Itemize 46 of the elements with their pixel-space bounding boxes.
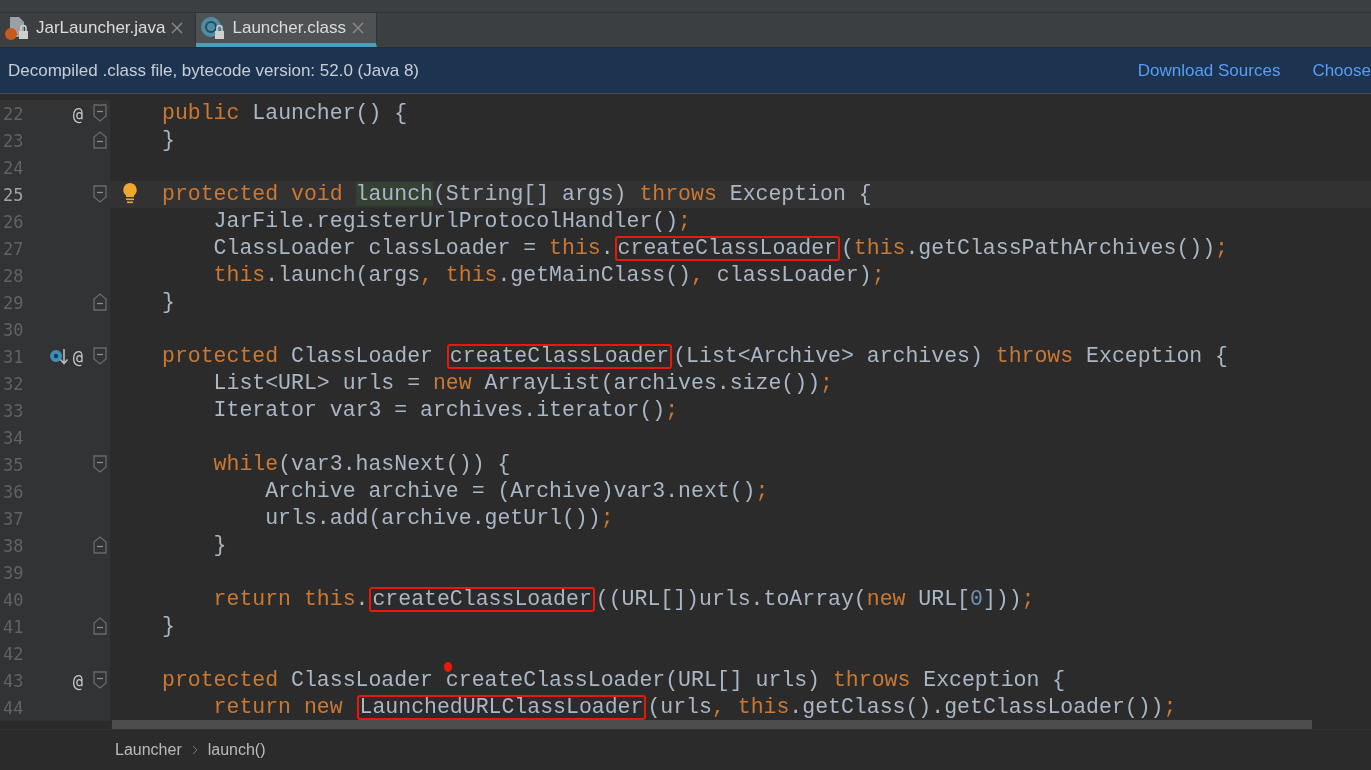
code-line: while(var3.hasNext()) { bbox=[212, 451, 511, 478]
chevron-icon bbox=[191, 745, 198, 755]
banner-text: Decompiled .class file, bytecode version: 52.0 (Java 8) bbox=[8, 60, 421, 81]
code-line: List<URL> urls = new ArrayList(archives.size()); bbox=[212, 370, 833, 397]
override-marker[interactable]: @ bbox=[72, 670, 83, 691]
fold-marker-icon[interactable] bbox=[92, 670, 108, 690]
fold-marker-icon[interactable] bbox=[92, 454, 108, 474]
breadcrumb[interactable]: launch() bbox=[207, 741, 266, 759]
code-line: ClassLoader classLoader = this. createClassLoader (this.getClassPathArchives()); bbox=[212, 235, 1228, 262]
code-line: } bbox=[212, 532, 227, 559]
class-file-icon bbox=[200, 15, 227, 41]
editor-tab[interactable]: Launcher.class bbox=[196, 13, 377, 47]
code-line: return this. createClassLoader ((URL[])urls.toArray(new URL[0])); bbox=[212, 586, 1035, 613]
code-line: public Launcher() { bbox=[162, 100, 408, 127]
lightbulb-icon[interactable] bbox=[122, 182, 138, 204]
breadcrumb[interactable]: Launcher bbox=[115, 741, 182, 759]
code-line: protected void launch(String[] args) throws Exception { bbox=[162, 181, 872, 208]
unfold-marker-icon[interactable] bbox=[92, 616, 108, 636]
line-number: 25 bbox=[2, 184, 25, 205]
code-line: Iterator var3 = archives.iterator(); bbox=[212, 397, 679, 424]
override-icon[interactable] bbox=[48, 346, 71, 367]
code-line: } bbox=[162, 127, 175, 154]
code-line: protected ClassLoader createClassLoader (List<Archive> archives) throws Exception { bbox=[162, 343, 1228, 370]
fold-marker-icon[interactable] bbox=[92, 184, 108, 204]
unfold-marker-icon[interactable] bbox=[92, 535, 108, 555]
fold-marker-icon[interactable] bbox=[92, 103, 108, 123]
java-file-icon bbox=[4, 15, 30, 41]
banner-link[interactable]: Download Sources bbox=[1137, 60, 1281, 81]
code-line: Archive archive = (Archive)var3.next(); bbox=[264, 478, 769, 505]
code-line: return new LaunchedURLClassLoader (urls, this.getClass().getClassLoader()); bbox=[212, 694, 1177, 721]
editor-tab[interactable]: JarLauncher.java bbox=[0, 13, 197, 47]
override-marker[interactable]: @ bbox=[72, 103, 83, 124]
close-icon[interactable] bbox=[171, 22, 184, 34]
horizontal-scrollbar[interactable] bbox=[112, 720, 1312, 729]
unfold-marker-icon[interactable] bbox=[92, 292, 108, 312]
override-marker[interactable]: @ bbox=[72, 346, 83, 367]
close-icon[interactable] bbox=[351, 22, 364, 34]
code-line: JarFile.registerUrlProtocolHandler(); bbox=[212, 208, 691, 235]
code-line: } bbox=[162, 289, 175, 316]
code-line: } bbox=[162, 613, 175, 640]
code-line: protected ClassLoader createClassLoader(URL[] urls) throws Exception { bbox=[162, 667, 1066, 694]
unfold-marker-icon[interactable] bbox=[92, 130, 108, 150]
banner-link[interactable]: Choose bbox=[1312, 60, 1371, 81]
code-line: this.launch(args, this.getMainClass(), classLoader); bbox=[212, 262, 885, 289]
fold-marker-icon[interactable] bbox=[92, 346, 108, 366]
code-line: urls.add(archive.getUrl()); bbox=[264, 505, 614, 532]
